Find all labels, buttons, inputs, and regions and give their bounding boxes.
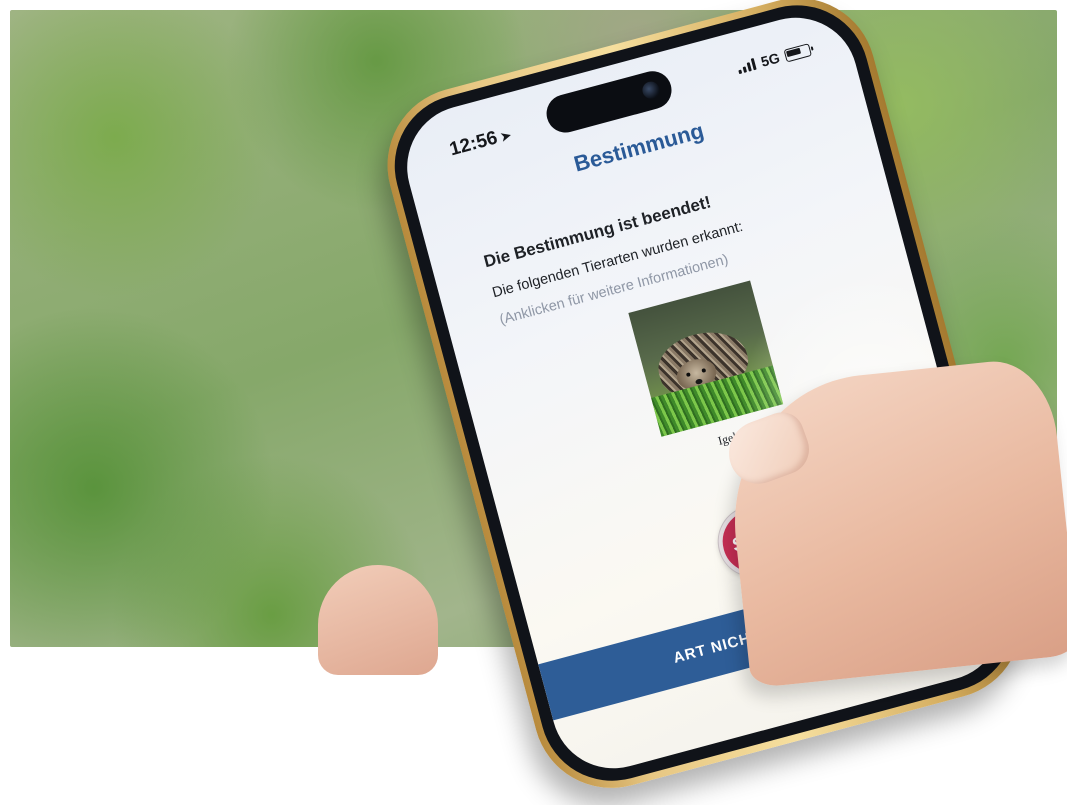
dynamic-island <box>542 66 676 137</box>
battery-icon <box>783 42 812 62</box>
front-camera-icon <box>640 79 662 101</box>
status-indicators: 5G <box>736 41 812 76</box>
network-type: 5G <box>759 49 782 70</box>
location-arrow-icon: ➤ <box>498 126 514 145</box>
left-fingers <box>318 565 438 675</box>
status-time: 12:56➤ <box>447 124 514 162</box>
species-image <box>628 280 784 437</box>
status-time-text: 12:56 <box>447 127 500 161</box>
signal-bars-icon <box>737 57 758 75</box>
